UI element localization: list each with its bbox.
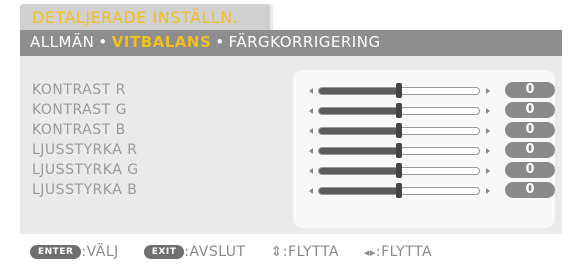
left-arrow-icon[interactable] (309, 108, 313, 114)
tab-allman[interactable]: ALLMÄN (30, 33, 94, 51)
setting-label-kontrast-r: KONTRAST R (32, 82, 126, 98)
value-badge: 0 (505, 142, 555, 158)
exit-key-icon: EXIT (143, 245, 185, 259)
setting-label-ljusstyrka-r: LJUSSTYRKA R (32, 142, 138, 158)
footer-enter: ENTER:VÄLJ (30, 244, 119, 260)
slider-fill (319, 128, 399, 134)
slider-thumb[interactable] (396, 143, 402, 158)
slider-thumb[interactable] (396, 183, 402, 198)
footer-leftright: ◂▸:FLYTTA (364, 244, 432, 260)
tab-separator: • (215, 33, 225, 51)
value-badge: 0 (505, 122, 555, 138)
enter-key-icon: ENTER (30, 245, 82, 259)
setting-label-kontrast-g: KONTRAST G (32, 102, 127, 118)
footer-help: ENTER:VÄLJ EXIT:AVSLUT ⇕:FLYTTA ◂▸:FLYTT… (30, 244, 452, 264)
tab-list: ALLMÄN • VITBALANS • FÄRGKORRIGERING (30, 33, 381, 51)
slider-row-ljusstyrka-g[interactable]: 0 (293, 162, 555, 182)
right-arrow-icon[interactable] (486, 148, 490, 154)
menu-title: DETALJERADE INSTÄLLN. (32, 8, 239, 27)
value-badge: 0 (505, 182, 555, 198)
footer-exit: EXIT:AVSLUT (143, 244, 246, 260)
footer-updown: ⇕:FLYTTA (271, 244, 339, 260)
slider-fill (319, 88, 399, 94)
slider-row-ljusstyrka-r[interactable]: 0 (293, 142, 555, 162)
right-arrow-icon[interactable] (486, 88, 490, 94)
value-badge: 0 (505, 82, 555, 98)
slider-fill (319, 108, 399, 114)
left-arrow-icon[interactable] (309, 128, 313, 134)
slider-row-kontrast-b[interactable]: 0 (293, 122, 555, 142)
setting-label-ljusstyrka-b: LJUSSTYRKA B (32, 182, 138, 198)
up-down-arrow-icon: ⇕ (270, 244, 283, 260)
tab-vitbalans[interactable]: VITBALANS (112, 33, 212, 51)
slider-fill (319, 168, 399, 174)
slider-thumb[interactable] (396, 83, 402, 98)
tab-separator: • (98, 33, 108, 51)
setting-label-kontrast-b: KONTRAST B (32, 122, 126, 138)
left-arrow-icon[interactable] (309, 88, 313, 94)
footer-updown-text: :FLYTTA (282, 244, 339, 260)
slider-fill (319, 148, 399, 154)
right-arrow-icon[interactable] (486, 108, 490, 114)
footer-exit-text: :AVSLUT (184, 244, 246, 260)
slider-thumb[interactable] (396, 103, 402, 118)
settings-labels: KONTRAST R KONTRAST G KONTRAST B LJUSSTY… (32, 80, 139, 200)
right-arrow-icon[interactable] (486, 188, 490, 194)
left-arrow-icon[interactable] (309, 188, 313, 194)
value-badge: 0 (505, 162, 555, 178)
left-arrow-icon[interactable] (309, 168, 313, 174)
slider-row-kontrast-r[interactable]: 0 (293, 82, 555, 102)
setting-label-ljusstyrka-g: LJUSSTYRKA G (32, 162, 139, 178)
left-arrow-icon[interactable] (309, 148, 313, 154)
slider-panel: 0 0 0 0 0 0 (293, 70, 555, 228)
value-badge: 0 (505, 102, 555, 118)
slider-thumb[interactable] (396, 123, 402, 138)
slider-thumb[interactable] (396, 163, 402, 178)
footer-enter-text: :VÄLJ (81, 244, 119, 260)
footer-leftright-text: :FLYTTA (375, 244, 433, 260)
slider-row-kontrast-g[interactable]: 0 (293, 102, 555, 122)
slider-fill (319, 188, 399, 194)
right-arrow-icon[interactable] (486, 128, 490, 134)
tab-fargkorrigering[interactable]: FÄRGKORRIGERING (229, 33, 381, 51)
right-arrow-icon[interactable] (486, 168, 490, 174)
left-right-arrow-icon: ◂▸ (363, 246, 376, 259)
slider-row-ljusstyrka-b[interactable]: 0 (293, 182, 555, 202)
